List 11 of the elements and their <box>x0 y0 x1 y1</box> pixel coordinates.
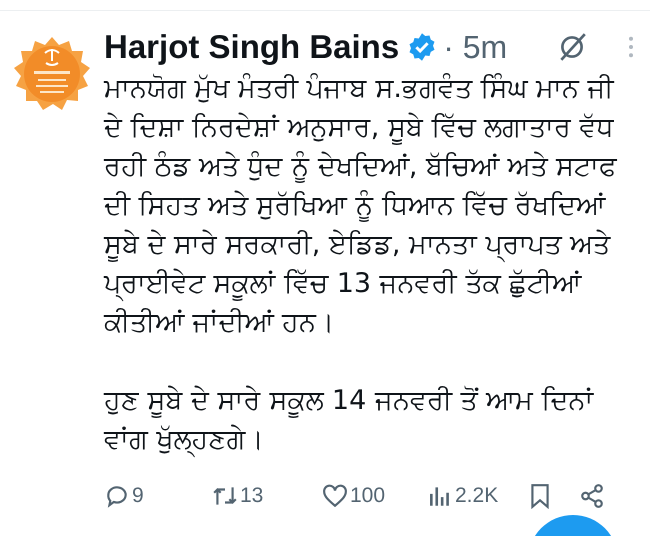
reply-button[interactable]: 9 <box>104 483 212 509</box>
like-button[interactable]: 100 <box>322 483 427 509</box>
share-icon <box>579 483 605 509</box>
author-name[interactable]: Harjot Singh Bains <box>104 28 400 66</box>
post-text: ਮਾਨਯੋਗ ਮੁੱਖ ਮੰਤਰੀ ਪੰਜਾਬ ਸ.ਭਗਵੰਤ ਸਿੰਘ ਮਾਨ ਜੀ ਦੇ ਦਿਸ਼ਾ ਨਿਰਦੇਸ਼ਾਂ ਅਨੁਸਾਰ, ਸੂਬੇ ਵਿੱਚ ਲਗਾਤਾਰ ਵੱਧ ਰਹੀ ਠੰਡ ਅਤੇ ਧੁੰਦ ਨੂੰ ਦੇਖਦਿਆਂ, ਬੱਚਿਆਂ ਅਤੇ ਸਟਾਫ ਦੀ ਸਿਹਤ ਅਤੇ ਸੁਰੱਖਿਆ ਨੂੰ ਧਿਆਨ ਵਿੱਚ ਰੱਖਦਿਆਂ ਸੂਬੇ ਦੇ ਸਾਰੇ ਸਰਕਾਰੀ, ਏਡਿਡ, ਮਾਨਤਾ ਪ੍ਰਾਪਤ ਅਤੇ ਪ੍ਰਾਈਵੇਟ ਸਕੂਲਾਂ ਵਿੱਚ 13 ਜਨਵਰੀ ਤੱਕ ਛੁੱਟੀਆਂ ਕੀਤੀਆਂ ਜਾਂਦੀਆਂ ਹਨ। <box>104 72 618 340</box>
heart-icon <box>322 483 348 509</box>
repost-button[interactable]: 13 <box>212 483 322 509</box>
post-text: ਹੁਣ ਸੂਬੇ ਦੇ ਸਾਰੇ ਸਕੂਲ 14 ਜਨਵਰੀ ਤੋਂ ਆਮ ਦਿਨਾਂ ਵਾਂਗ ਖੁੱਲ੍ਹਣਗੇ। <box>104 381 638 459</box>
post-time: · 5m <box>443 28 508 66</box>
views-button[interactable]: 2.2K <box>427 483 527 509</box>
share-button[interactable] <box>579 483 605 509</box>
